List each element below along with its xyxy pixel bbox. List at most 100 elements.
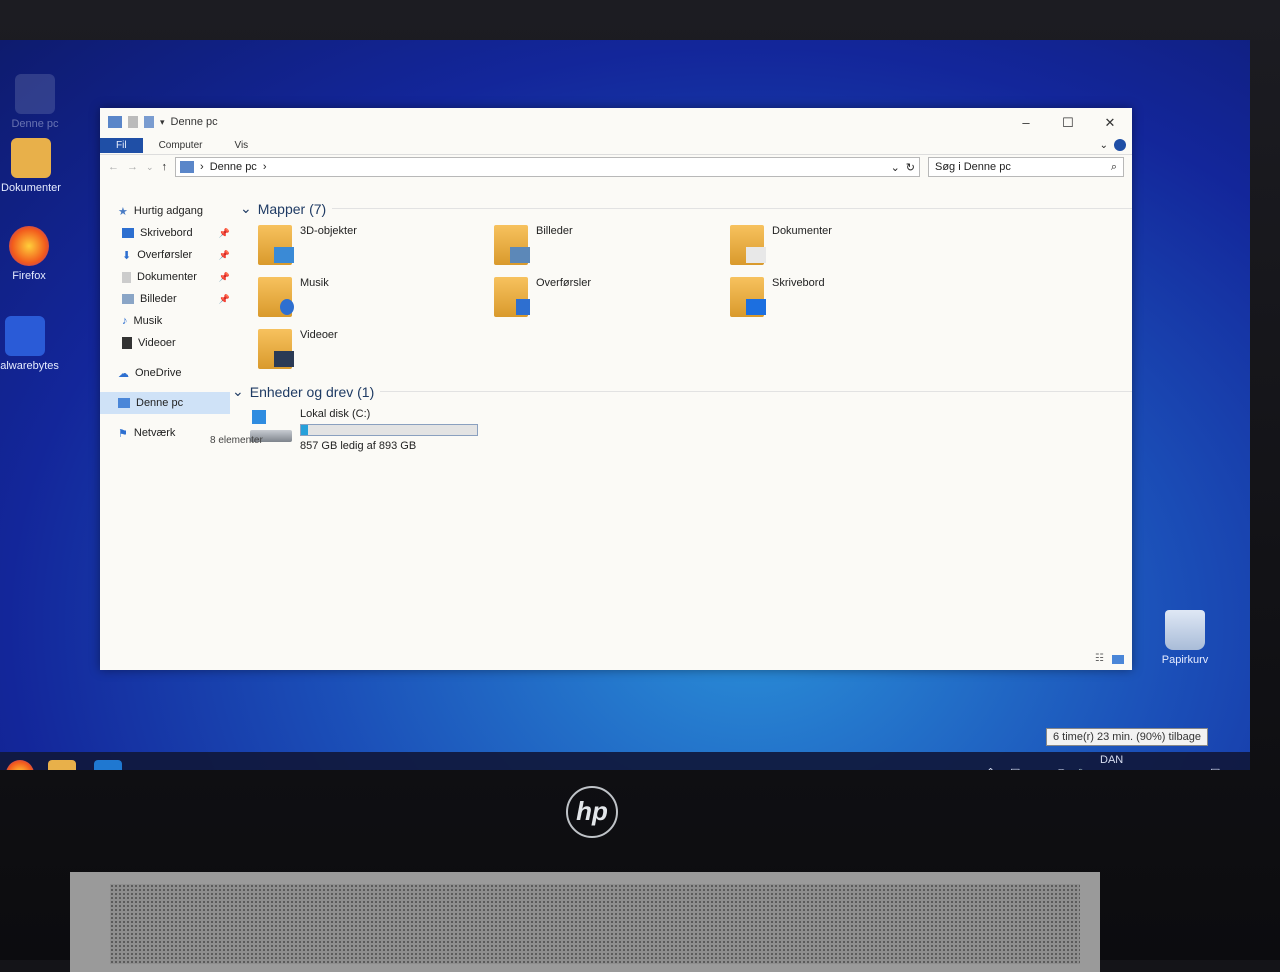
- nav-item-downloads[interactable]: ⬇ Overførsler 📌: [100, 244, 230, 266]
- folder-documents[interactable]: Dokumenter: [730, 225, 966, 269]
- collapse-chevron-icon[interactable]: ⌄: [240, 200, 252, 217]
- downloads-folder-icon: [494, 277, 530, 317]
- help-icon[interactable]: [1114, 139, 1126, 151]
- large-icons-view-icon[interactable]: [1112, 655, 1124, 664]
- download-icon: ⬇: [122, 249, 132, 262]
- volume-muted-icon[interactable]: 🔈: [1076, 766, 1090, 770]
- folder-music[interactable]: Musik: [258, 277, 494, 321]
- nav-item-videos[interactable]: Videoer: [100, 332, 230, 354]
- 3d-objects-folder-icon: [258, 225, 294, 265]
- firefox-taskbar-icon[interactable]: [6, 760, 34, 770]
- properties-icon[interactable]: [128, 116, 138, 128]
- hp-logo: hp: [566, 786, 618, 838]
- folders-section-header[interactable]: ⌄ Mapper (7): [240, 200, 1132, 217]
- firefox-icon: [9, 226, 49, 266]
- nav-item-documents[interactable]: Dokumenter 📌: [100, 266, 230, 288]
- maximize-button[interactable]: ☐: [1048, 112, 1088, 134]
- tab-computer[interactable]: Computer: [143, 138, 219, 153]
- nav-item-pictures[interactable]: Billeder 📌: [100, 288, 230, 310]
- refresh-icon[interactable]: ↻: [906, 161, 915, 174]
- divider: [332, 208, 1132, 209]
- folder-pictures[interactable]: Billeder: [494, 225, 730, 269]
- desktop-icon-recycle-bin[interactable]: Papirkurv: [1150, 610, 1220, 666]
- divider: [380, 391, 1132, 392]
- star-icon: ★: [118, 205, 128, 218]
- computer-icon: [118, 398, 130, 408]
- desktop-icon-documents[interactable]: Dokumenter: [0, 138, 66, 194]
- folder-3d-objects[interactable]: 3D-objekter: [258, 225, 494, 269]
- status-bar-count: 8 elementer: [210, 435, 263, 446]
- music-folder-icon: [258, 277, 294, 317]
- drive-label: Lokal disk (C:): [300, 408, 371, 420]
- nav-item-onedrive[interactable]: ☁ OneDrive: [100, 362, 230, 384]
- drive-details: Lokal disk (C:) 857 GB ledig af 893 GB: [300, 408, 478, 452]
- file-explorer-window: ▾ Denne pc – ☐ ✕ Fil Computer Vis ⌄ ← → …: [100, 108, 1132, 670]
- expand-ribbon-chevron-icon[interactable]: ⌄: [1100, 140, 1108, 151]
- recent-locations-chevron-icon[interactable]: ⌄: [146, 162, 154, 173]
- forward-arrow-icon[interactable]: →: [127, 161, 138, 173]
- folder-grid: 3D-objekter Billeder Dokumenter Musik Ov…: [258, 225, 1132, 373]
- desktop-icon-malwarebytes[interactable]: Malwarebytes: [0, 316, 60, 372]
- network-icon: ⚑: [118, 427, 128, 440]
- music-icon: ♪: [122, 315, 128, 327]
- window-title: Denne pc: [170, 116, 218, 128]
- drive-local-disk-c[interactable]: Lokal disk (C:) 857 GB ledig af 893 GB: [250, 408, 1132, 452]
- drive-free-space: 857 GB ledig af 893 GB: [300, 440, 417, 452]
- back-arrow-icon[interactable]: ←: [108, 161, 119, 173]
- nav-item-this-pc[interactable]: Denne pc: [100, 392, 230, 414]
- pictures-icon: [122, 294, 134, 304]
- file-explorer-taskbar-icon[interactable]: [48, 760, 76, 770]
- pictures-folder-icon: [494, 225, 530, 265]
- document-icon: [122, 271, 131, 283]
- desktop-icon-this-pc[interactable]: Denne pc: [0, 74, 70, 130]
- tab-view[interactable]: Vis: [218, 138, 264, 153]
- address-history-chevron-icon[interactable]: ⌄: [891, 161, 900, 174]
- malwarebytes-icon: [5, 316, 45, 356]
- outlook-taskbar-icon[interactable]: [94, 760, 122, 770]
- language-indicator[interactable]: DAN: [1100, 754, 1123, 766]
- notifications-icon[interactable]: ▤: [1210, 766, 1220, 770]
- drives-section-header[interactable]: ⌄ Enheder og drev (1): [232, 383, 1132, 400]
- title-bar: ▾ Denne pc: [100, 108, 1132, 136]
- up-arrow-icon[interactable]: ↑: [162, 161, 168, 173]
- address-row: ← → ⌄ ↑ › Denne pc › ⌄ ↻ Søg i Denne pc …: [100, 155, 1132, 179]
- recycle-bin-icon: [1165, 610, 1205, 650]
- device-icon[interactable]: ▣: [1010, 766, 1020, 770]
- nav-item-music[interactable]: ♪ Musik: [100, 310, 230, 332]
- close-button[interactable]: ✕: [1090, 112, 1130, 134]
- videos-folder-icon: [258, 329, 294, 369]
- speaker-grille: [110, 884, 1080, 964]
- tab-file[interactable]: Fil: [100, 137, 143, 153]
- folder-downloads[interactable]: Overførsler: [494, 277, 730, 321]
- video-icon: [122, 337, 132, 349]
- minimize-button[interactable]: –: [1006, 112, 1046, 134]
- cloud-icon: ☁: [118, 367, 129, 380]
- documents-folder-icon: [730, 225, 766, 265]
- documents-folder-icon: [11, 138, 51, 178]
- drive-usage-fill: [301, 425, 309, 435]
- search-input[interactable]: Søg i Denne pc ⌕: [928, 157, 1124, 177]
- battery-icon[interactable]: ▭: [1034, 766, 1044, 770]
- quick-access-chevron-icon[interactable]: ▾: [160, 117, 165, 128]
- new-folder-icon[interactable]: [144, 116, 154, 128]
- folder-videos[interactable]: Videoer: [258, 329, 494, 373]
- folder-desktop[interactable]: Skrivebord: [730, 277, 966, 321]
- pin-icon: 📌: [218, 227, 230, 238]
- show-hidden-icons-chevron-icon[interactable]: ⌃: [986, 766, 995, 770]
- navigation-pane: ★ Hurtig adgang Skrivebord 📌 ⬇ Overførsl…: [100, 200, 230, 444]
- details-view-icon[interactable]: ☷: [1095, 653, 1104, 664]
- desktop-icon-firefox[interactable]: Firefox: [0, 226, 64, 282]
- address-bar[interactable]: › Denne pc › ⌄ ↻: [175, 157, 920, 177]
- nav-item-quick-access[interactable]: ★ Hurtig adgang: [100, 200, 230, 222]
- wifi-icon[interactable]: ⌔: [1056, 766, 1066, 770]
- breadcrumb-this-pc[interactable]: Denne pc: [210, 161, 257, 173]
- breadcrumb-separator-icon: ›: [200, 161, 204, 173]
- pin-icon: 📌: [218, 271, 230, 282]
- breadcrumb-separator-icon[interactable]: ›: [263, 161, 267, 173]
- taskbar: ⌃ ▣ ▭ ⌔ 🔈 DAN 13-06-2025 ▤: [0, 752, 1250, 770]
- collapse-chevron-icon[interactable]: ⌄: [232, 383, 244, 400]
- drive-usage-bar: [300, 424, 478, 436]
- nav-item-desktop[interactable]: Skrivebord 📌: [100, 222, 230, 244]
- pin-icon: 📌: [218, 249, 230, 260]
- desktop-icon: [122, 228, 134, 238]
